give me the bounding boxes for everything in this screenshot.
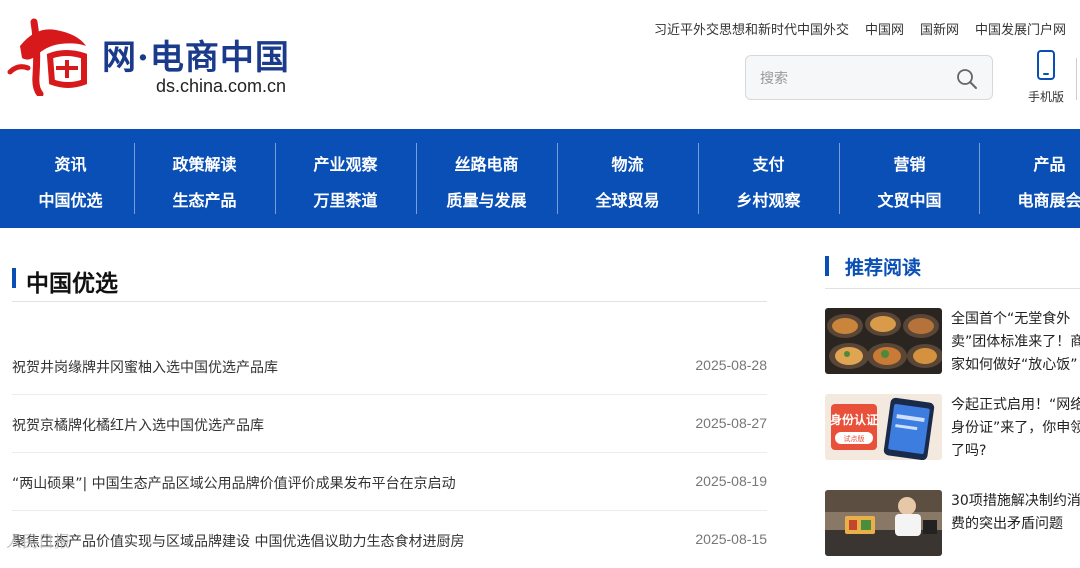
mobile-version-button[interactable]: 手机版 — [1022, 50, 1070, 110]
search-box — [745, 55, 993, 101]
nav-column: 丝路电商 质量与发展 — [416, 129, 557, 228]
news-title-link[interactable]: 聚焦生态产品价值实现与区域品牌建设 中国优选倡议助力生态食材进厨房 — [12, 531, 464, 551]
nav-link-payment[interactable]: 支付 — [698, 151, 839, 175]
main-nav: 资讯 中国优选 政策解读 生态产品 产业观察 万里茶道 丝路电商 质量与发展 物… — [0, 129, 1080, 228]
nav-link-global-trade[interactable]: 全球贸易 — [557, 187, 698, 211]
nav-column: 资讯 中国优选 — [0, 129, 141, 228]
nav-link-silk-road[interactable]: 丝路电商 — [416, 151, 557, 175]
recommend-item[interactable]: 30项措施解决制约消费的突出矛盾问题 — [825, 490, 1080, 560]
news-date: 2025-08-15 — [695, 531, 767, 547]
id-verification-thumbnail: 身份认证 试点版 — [825, 394, 942, 460]
top-links: 习近平外交思想和新时代中国外交 中国网 国新网 中国发展门户网 — [654, 19, 1066, 38]
recommend-divider — [825, 288, 1080, 289]
nav-link-logistics[interactable]: 物流 — [557, 151, 698, 175]
news-item: “两山硕果”| 中国生态产品区域公用品牌价值评价成果发布平台在京启动 2025-… — [12, 453, 767, 511]
news-list: 祝贺井岗缘牌井冈蜜柚入选中国优选产品库 2025-08-28 祝贺京橘牌化橘红片… — [12, 337, 767, 568]
logo-text: 网·电商中国 — [102, 38, 290, 78]
news-item: 祝贺井岗缘牌井冈蜜柚入选中国优选产品库 2025-08-28 — [12, 337, 767, 395]
checkout-counter-thumbnail — [825, 490, 942, 556]
top-link-china-net[interactable]: 中国网 — [865, 19, 904, 38]
mobile-version-label: 手机版 — [1027, 90, 1064, 104]
nav-link-tea-road[interactable]: 万里茶道 — [275, 187, 416, 211]
recommend-title: 推荐阅读 — [845, 257, 922, 279]
section-divider — [12, 301, 767, 302]
nav-link-quality[interactable]: 质量与发展 — [416, 187, 557, 211]
nav-link-expo[interactable]: 电商展会 — [979, 187, 1080, 211]
news-title-link[interactable]: 祝贺井岗缘牌井冈蜜柚入选中国优选产品库 — [12, 357, 278, 377]
food-trays-thumbnail — [825, 308, 942, 374]
nav-link-marketing[interactable]: 营销 — [839, 151, 980, 175]
nav-column: 物流 全球贸易 — [557, 129, 698, 228]
news-date: 2025-08-27 — [695, 415, 767, 431]
section-title: 中国优选 — [26, 271, 118, 297]
nav-column: 产业观察 万里茶道 — [275, 129, 416, 228]
nav-link-culture-trade[interactable]: 文贸中国 — [839, 187, 980, 211]
recommend-item-text: 今起正式启用！“网络身份证”来了，你申领了吗? — [951, 397, 1080, 459]
header-divider — [1076, 58, 1077, 100]
nav-column: 政策解读 生态产品 — [134, 129, 275, 228]
search-input[interactable] — [758, 56, 952, 101]
nav-link-rural[interactable]: 乡村观察 — [698, 187, 839, 211]
news-date: 2025-08-28 — [695, 357, 767, 373]
watermark-text: 人民日报 — [6, 532, 71, 551]
site-header: 网·电商中国 ds.china.com.cn 习近平外交思想和新时代中国外交 中… — [0, 0, 1080, 128]
news-title-link[interactable]: “两山硕果”| 中国生态产品区域公用品牌价值评价成果发布平台在京启动 — [12, 473, 456, 493]
news-item: 聚焦生态产品价值实现与区域品牌建设 中国优选倡议助力生态食材进厨房 2025-0… — [12, 511, 767, 568]
recommend-item[interactable]: 全国首个“无堂食外卖”团体标准来了！商家如何做好“放心饭” — [825, 308, 1080, 378]
recommend-item-text: 全国首个“无堂食外卖”团体标准来了！商家如何做好“放心饭” — [951, 311, 1080, 373]
thumbnail-badge-subtext: 试点版 — [844, 434, 865, 443]
thumbnail-badge-text: 身份认证 — [830, 412, 878, 427]
nav-link-eco-products[interactable]: 生态产品 — [134, 187, 275, 211]
nav-column: 产品 电商展会 — [979, 129, 1080, 228]
logo-url: ds.china.com.cn — [156, 76, 287, 96]
china-logo-mark-icon — [7, 18, 87, 96]
nav-link-news[interactable]: 资讯 — [0, 151, 141, 175]
nav-link-china-select[interactable]: 中国优选 — [0, 187, 141, 211]
news-date: 2025-08-19 — [695, 473, 767, 489]
recommend-title-marker — [825, 256, 829, 276]
nav-link-products[interactable]: 产品 — [979, 151, 1080, 175]
nav-link-policy[interactable]: 政策解读 — [134, 151, 275, 175]
nav-column: 支付 乡村观察 — [698, 129, 839, 228]
top-link-scio[interactable]: 国新网 — [920, 19, 959, 38]
section-title-marker — [12, 268, 16, 288]
top-link-diplomacy[interactable]: 习近平外交思想和新时代中国外交 — [654, 19, 849, 38]
nav-column: 营销 文贸中国 — [839, 129, 980, 228]
search-icon[interactable] — [956, 68, 978, 90]
recommend-item-text: 30项措施解决制约消费的突出矛盾问题 — [951, 493, 1080, 532]
nav-link-industry[interactable]: 产业观察 — [275, 151, 416, 175]
news-item: 祝贺京橘牌化橘红片入选中国优选产品库 2025-08-27 — [12, 395, 767, 453]
mobile-phone-icon — [1037, 50, 1055, 80]
recommend-item[interactable]: 身份认证 试点版 今起正式启用！“网络身份证”来了，你申领了吗? — [825, 394, 1080, 464]
site-logo[interactable]: 网·电商中国 ds.china.com.cn — [6, 12, 306, 102]
news-title-link[interactable]: 祝贺京橘牌化橘红片入选中国优选产品库 — [12, 415, 264, 435]
top-link-development-gateway[interactable]: 中国发展门户网 — [975, 19, 1066, 38]
